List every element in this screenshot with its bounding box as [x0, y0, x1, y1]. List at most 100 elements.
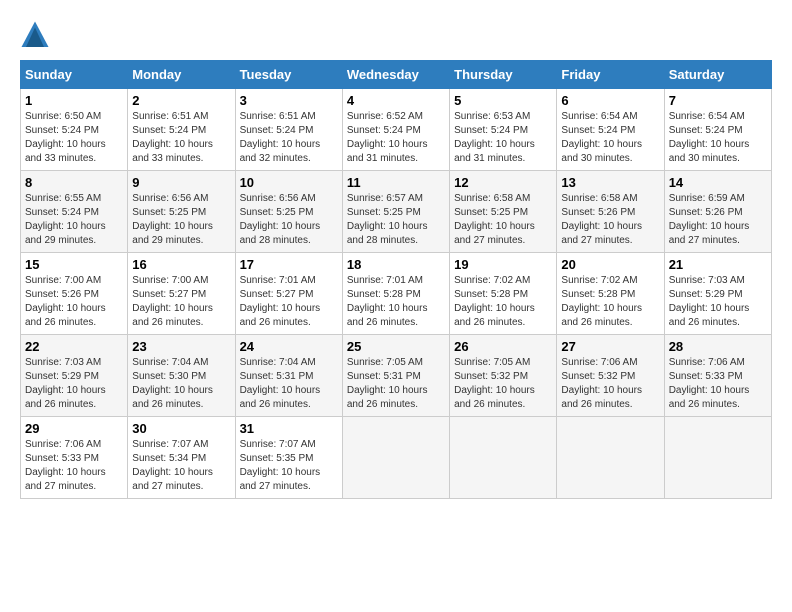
day-info: Sunrise: 7:06 AM Sunset: 5:33 PM Dayligh…	[25, 438, 123, 494]
day-info: Sunrise: 6:56 AM Sunset: 5:25 PM Dayligh…	[132, 192, 230, 248]
calendar-day: 16 Sunrise: 7:00 AM Sunset: 5:27 PM Dayli…	[128, 253, 235, 335]
day-info: Sunrise: 6:51 AM Sunset: 5:24 PM Dayligh…	[240, 110, 338, 166]
day-number: 7	[669, 93, 767, 108]
day-info: Sunrise: 7:02 AM Sunset: 5:28 PM Dayligh…	[561, 274, 659, 330]
day-info: Sunrise: 6:54 AM Sunset: 5:24 PM Dayligh…	[561, 110, 659, 166]
calendar-table: SundayMondayTuesdayWednesdayThursdayFrid…	[20, 60, 772, 499]
day-info: Sunrise: 7:00 AM Sunset: 5:27 PM Dayligh…	[132, 274, 230, 330]
day-info: Sunrise: 6:57 AM Sunset: 5:25 PM Dayligh…	[347, 192, 445, 248]
calendar-day: 19 Sunrise: 7:02 AM Sunset: 5:28 PM Dayli…	[450, 253, 557, 335]
day-info: Sunrise: 6:55 AM Sunset: 5:24 PM Dayligh…	[25, 192, 123, 248]
calendar-day: 26 Sunrise: 7:05 AM Sunset: 5:32 PM Dayli…	[450, 335, 557, 417]
calendar-day: 7 Sunrise: 6:54 AM Sunset: 5:24 PM Daylig…	[664, 89, 771, 171]
day-number: 24	[240, 339, 338, 354]
day-info: Sunrise: 6:52 AM Sunset: 5:24 PM Dayligh…	[347, 110, 445, 166]
day-number: 30	[132, 421, 230, 436]
day-info: Sunrise: 7:03 AM Sunset: 5:29 PM Dayligh…	[669, 274, 767, 330]
day-number: 20	[561, 257, 659, 272]
day-number: 6	[561, 93, 659, 108]
calendar-day: 23 Sunrise: 7:04 AM Sunset: 5:30 PM Dayli…	[128, 335, 235, 417]
day-number: 21	[669, 257, 767, 272]
calendar-day: 28 Sunrise: 7:06 AM Sunset: 5:33 PM Dayli…	[664, 335, 771, 417]
day-info: Sunrise: 6:58 AM Sunset: 5:26 PM Dayligh…	[561, 192, 659, 248]
day-number: 2	[132, 93, 230, 108]
logo-icon	[20, 20, 50, 50]
day-info: Sunrise: 6:58 AM Sunset: 5:25 PM Dayligh…	[454, 192, 552, 248]
day-info: Sunrise: 7:06 AM Sunset: 5:32 PM Dayligh…	[561, 356, 659, 412]
day-number: 14	[669, 175, 767, 190]
day-number: 19	[454, 257, 552, 272]
day-number: 31	[240, 421, 338, 436]
calendar-week-row: 29 Sunrise: 7:06 AM Sunset: 5:33 PM Dayli…	[21, 417, 772, 499]
day-info: Sunrise: 7:07 AM Sunset: 5:35 PM Dayligh…	[240, 438, 338, 494]
weekday-header: Tuesday	[235, 61, 342, 89]
day-number: 4	[347, 93, 445, 108]
calendar-day: 15Sunrise: 7:00 AM Sunset: 5:26 PM Dayli…	[21, 253, 128, 335]
day-info: Sunrise: 7:02 AM Sunset: 5:28 PM Dayligh…	[454, 274, 552, 330]
day-number: 15	[25, 257, 123, 272]
calendar-day: 27 Sunrise: 7:06 AM Sunset: 5:32 PM Dayli…	[557, 335, 664, 417]
day-number: 13	[561, 175, 659, 190]
calendar-body: 1 Sunrise: 6:50 AM Sunset: 5:24 PM Daylig…	[21, 89, 772, 499]
calendar-empty	[664, 417, 771, 499]
day-info: Sunrise: 6:54 AM Sunset: 5:24 PM Dayligh…	[669, 110, 767, 166]
calendar-week-row: 15Sunrise: 7:00 AM Sunset: 5:26 PM Dayli…	[21, 253, 772, 335]
day-number: 27	[561, 339, 659, 354]
calendar-day: 2 Sunrise: 6:51 AM Sunset: 5:24 PM Daylig…	[128, 89, 235, 171]
calendar-week-row: 22Sunrise: 7:03 AM Sunset: 5:29 PM Dayli…	[21, 335, 772, 417]
day-number: 1	[25, 93, 123, 108]
day-number: 11	[347, 175, 445, 190]
calendar-day: 29 Sunrise: 7:06 AM Sunset: 5:33 PM Dayli…	[21, 417, 128, 499]
calendar-day: 22Sunrise: 7:03 AM Sunset: 5:29 PM Dayli…	[21, 335, 128, 417]
weekday-header: Thursday	[450, 61, 557, 89]
day-info: Sunrise: 7:06 AM Sunset: 5:33 PM Dayligh…	[669, 356, 767, 412]
calendar-header-row: SundayMondayTuesdayWednesdayThursdayFrid…	[21, 61, 772, 89]
day-info: Sunrise: 6:53 AM Sunset: 5:24 PM Dayligh…	[454, 110, 552, 166]
day-number: 25	[347, 339, 445, 354]
day-info: Sunrise: 7:05 AM Sunset: 5:31 PM Dayligh…	[347, 356, 445, 412]
calendar-day: 25 Sunrise: 7:05 AM Sunset: 5:31 PM Dayli…	[342, 335, 449, 417]
day-info: Sunrise: 6:50 AM Sunset: 5:24 PM Dayligh…	[25, 110, 123, 166]
page-header	[20, 20, 772, 50]
day-number: 5	[454, 93, 552, 108]
calendar-day: 18 Sunrise: 7:01 AM Sunset: 5:28 PM Dayli…	[342, 253, 449, 335]
day-info: Sunrise: 7:07 AM Sunset: 5:34 PM Dayligh…	[132, 438, 230, 494]
day-info: Sunrise: 7:01 AM Sunset: 5:28 PM Dayligh…	[347, 274, 445, 330]
calendar-day: 3 Sunrise: 6:51 AM Sunset: 5:24 PM Daylig…	[235, 89, 342, 171]
calendar-week-row: 8 Sunrise: 6:55 AM Sunset: 5:24 PM Daylig…	[21, 171, 772, 253]
calendar-day: 12Sunrise: 6:58 AM Sunset: 5:25 PM Dayli…	[450, 171, 557, 253]
day-info: Sunrise: 6:59 AM Sunset: 5:26 PM Dayligh…	[669, 192, 767, 248]
day-number: 28	[669, 339, 767, 354]
day-number: 8	[25, 175, 123, 190]
weekday-header: Friday	[557, 61, 664, 89]
weekday-header: Sunday	[21, 61, 128, 89]
calendar-day: 10Sunrise: 6:56 AM Sunset: 5:25 PM Dayli…	[235, 171, 342, 253]
calendar-empty	[342, 417, 449, 499]
calendar-day: 24 Sunrise: 7:04 AM Sunset: 5:31 PM Dayli…	[235, 335, 342, 417]
day-number: 26	[454, 339, 552, 354]
weekday-header: Saturday	[664, 61, 771, 89]
day-info: Sunrise: 6:56 AM Sunset: 5:25 PM Dayligh…	[240, 192, 338, 248]
weekday-header: Wednesday	[342, 61, 449, 89]
calendar-day: 6 Sunrise: 6:54 AM Sunset: 5:24 PM Daylig…	[557, 89, 664, 171]
calendar-day: 1 Sunrise: 6:50 AM Sunset: 5:24 PM Daylig…	[21, 89, 128, 171]
calendar-day: 4 Sunrise: 6:52 AM Sunset: 5:24 PM Daylig…	[342, 89, 449, 171]
calendar-empty	[450, 417, 557, 499]
day-number: 23	[132, 339, 230, 354]
day-info: Sunrise: 7:03 AM Sunset: 5:29 PM Dayligh…	[25, 356, 123, 412]
calendar-day: 14 Sunrise: 6:59 AM Sunset: 5:26 PM Dayli…	[664, 171, 771, 253]
calendar-day: 30 Sunrise: 7:07 AM Sunset: 5:34 PM Dayli…	[128, 417, 235, 499]
day-info: Sunrise: 7:04 AM Sunset: 5:30 PM Dayligh…	[132, 356, 230, 412]
day-number: 9	[132, 175, 230, 190]
day-number: 16	[132, 257, 230, 272]
calendar-day: 9 Sunrise: 6:56 AM Sunset: 5:25 PM Daylig…	[128, 171, 235, 253]
day-info: Sunrise: 7:04 AM Sunset: 5:31 PM Dayligh…	[240, 356, 338, 412]
calendar-day: 20 Sunrise: 7:02 AM Sunset: 5:28 PM Dayli…	[557, 253, 664, 335]
day-number: 29	[25, 421, 123, 436]
day-number: 18	[347, 257, 445, 272]
calendar-day: 11 Sunrise: 6:57 AM Sunset: 5:25 PM Dayli…	[342, 171, 449, 253]
day-info: Sunrise: 6:51 AM Sunset: 5:24 PM Dayligh…	[132, 110, 230, 166]
day-number: 3	[240, 93, 338, 108]
calendar-day: 21 Sunrise: 7:03 AM Sunset: 5:29 PM Dayli…	[664, 253, 771, 335]
day-info: Sunrise: 7:05 AM Sunset: 5:32 PM Dayligh…	[454, 356, 552, 412]
